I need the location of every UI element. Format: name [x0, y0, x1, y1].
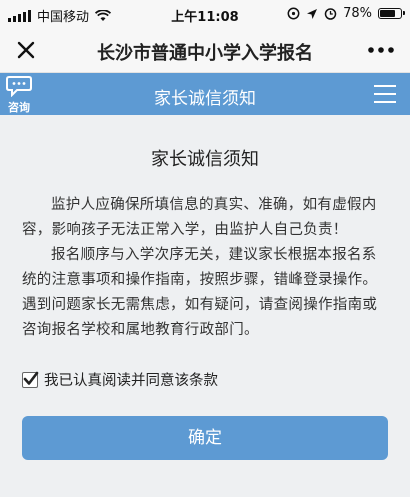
notice-paragraph-1: 监护人应确保所填信息的真实、准确，如有虚假内容，影响孩子无法正常入学，由监护人自… — [22, 197, 377, 238]
battery-fill — [380, 10, 395, 17]
nav-title: 长沙市普通中小学入学报名 — [97, 43, 313, 64]
location-icon — [307, 8, 318, 19]
battery-icon — [378, 8, 405, 19]
confirm-button[interactable]: 确定 — [22, 416, 388, 460]
nav-bar: 长沙市普通中小学入学报名 — [0, 28, 410, 73]
header-title: 家长诚信须知 — [154, 89, 256, 109]
alarm-icon — [287, 7, 300, 20]
hamburger-menu-icon[interactable] — [374, 85, 396, 103]
notice-content: 家长诚信须知 监护人应确保所填信息的真实、准确，如有虚假内容，影响孩子无法正常入… — [0, 145, 410, 460]
more-icon[interactable] — [366, 42, 396, 58]
page-header: 咨询 家长诚信须知 — [0, 73, 410, 115]
agreement-row[interactable]: 我已认真阅读并同意该条款 — [22, 369, 388, 390]
status-right: 78% — [287, 6, 405, 21]
status-bar: 中国移动 上午11:08 78% — [0, 0, 410, 28]
notice-paragraph-2: 报名顺序与入学次序无关，建议家长根据本报名系统的注意事项和操作指南，按照步骤，错… — [22, 247, 378, 338]
notice-title: 家长诚信须知 — [151, 149, 259, 170]
agreement-label[interactable]: 我已认真阅读并同意该条款 — [44, 369, 218, 390]
alarm-clock-icon — [324, 8, 337, 20]
checkmark-icon — [23, 371, 39, 385]
agreement-checkbox[interactable] — [22, 371, 39, 388]
close-icon[interactable] — [12, 36, 40, 64]
battery-percent: 78% — [343, 6, 372, 21]
